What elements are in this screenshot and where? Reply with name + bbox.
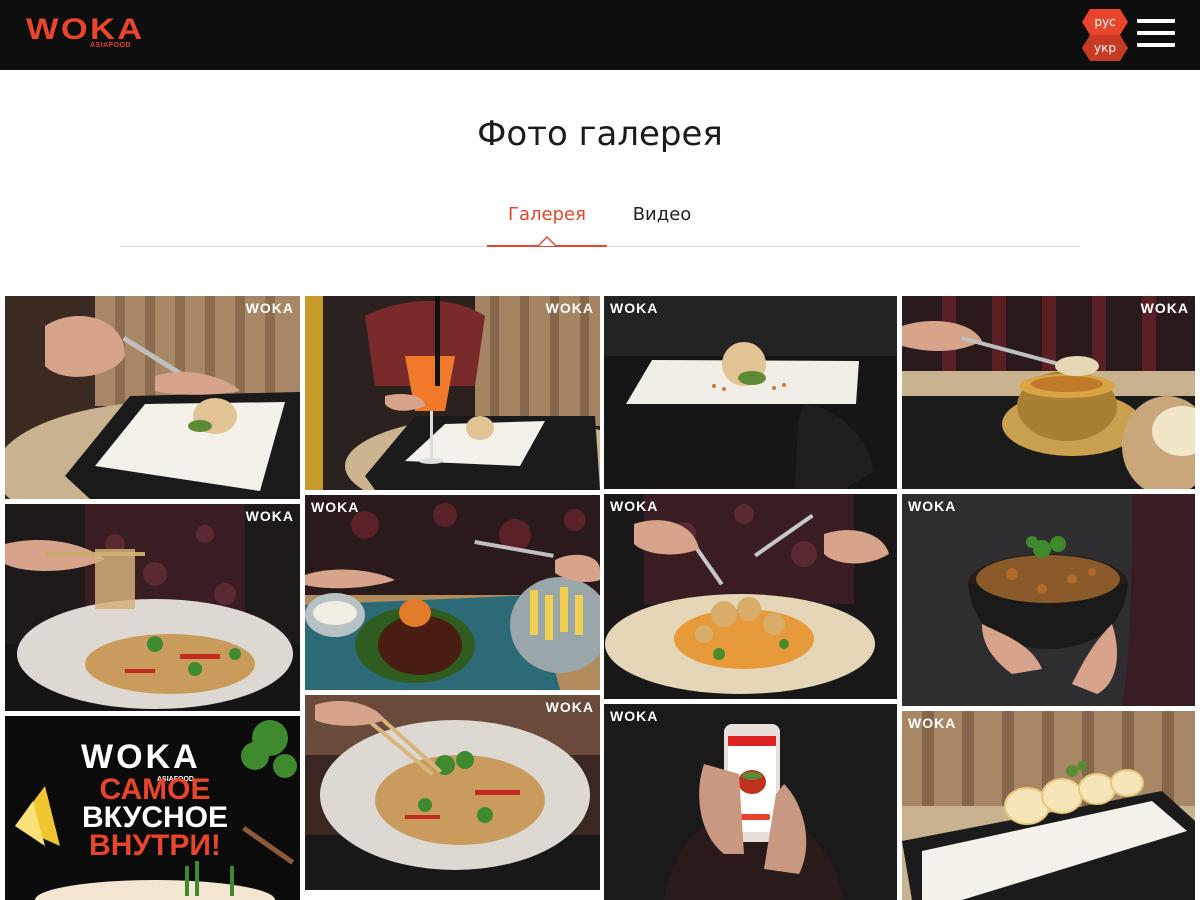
gallery-photo-plated-dessert[interactable]: WOKA — [604, 296, 897, 489]
watermark-logo: WOKA — [245, 508, 294, 524]
watermark-logo: WOKA — [610, 300, 659, 316]
watermark-logo: WOKA — [245, 300, 294, 316]
gallery-photo-steak-fries[interactable]: WOKA — [305, 495, 600, 690]
woka-logo[interactable]: WOKA ASIAFOOD — [26, 13, 156, 53]
gallery-photo-cocktail[interactable]: WOKA — [305, 296, 600, 490]
watermark-logo: WOKA — [311, 499, 360, 515]
watermark-logo: WOKA — [908, 715, 957, 731]
watermark-logo: WOKA — [545, 699, 594, 715]
watermark-logo: WOKA — [610, 498, 659, 514]
promo-logo-text: WOKA — [81, 738, 201, 776]
watermark-logo: WOKA — [610, 708, 659, 724]
gallery-photo-mobile-app[interactable]: WOKA — [604, 704, 897, 900]
promo-line-3: ВНУТРИ! — [89, 829, 221, 862]
page-title: Фото галерея — [477, 114, 723, 154]
site-header: WOKA ASIAFOOD рус укр — [0, 0, 1200, 70]
gallery-photo-dessert-roll[interactable]: WOKA — [5, 296, 300, 499]
logo-subtext: ASIAFOOD — [90, 42, 131, 49]
language-ru-label: рус — [1094, 15, 1116, 29]
watermark-logo: WOKA — [908, 498, 957, 514]
tab-gallery[interactable]: Галерея — [487, 204, 607, 225]
watermark-logo: WOKA — [1140, 300, 1189, 316]
gallery-photo-soup[interactable]: WOKA — [902, 296, 1195, 489]
watermark-logo: WOKA — [545, 300, 594, 316]
language-uk-label: укр — [1094, 41, 1116, 55]
gallery-photo-rice-bowl[interactable]: WOKA — [902, 494, 1195, 706]
gallery-promo-banner[interactable]: WOKA ASIAFOOD САМОЕ ВКУСНОЕ ВНУТРИ! — [5, 716, 300, 900]
gallery-photo-noodles-chopsticks[interactable]: WOKA — [5, 504, 300, 711]
language-uk-button[interactable]: укр — [1082, 35, 1128, 61]
gallery-photo-tempura-salad[interactable]: WOKA — [604, 494, 897, 699]
language-ru-button[interactable]: рус — [1082, 9, 1128, 35]
tab-video[interactable]: Видео — [622, 204, 702, 225]
active-tab-caret-fill — [539, 238, 555, 246]
menu-hamburger-icon[interactable] — [1137, 17, 1177, 51]
gallery-photo-glass-noodles[interactable]: WOKA — [305, 695, 600, 890]
gallery-photo-sushi-rolls[interactable]: WOKA — [902, 711, 1195, 900]
